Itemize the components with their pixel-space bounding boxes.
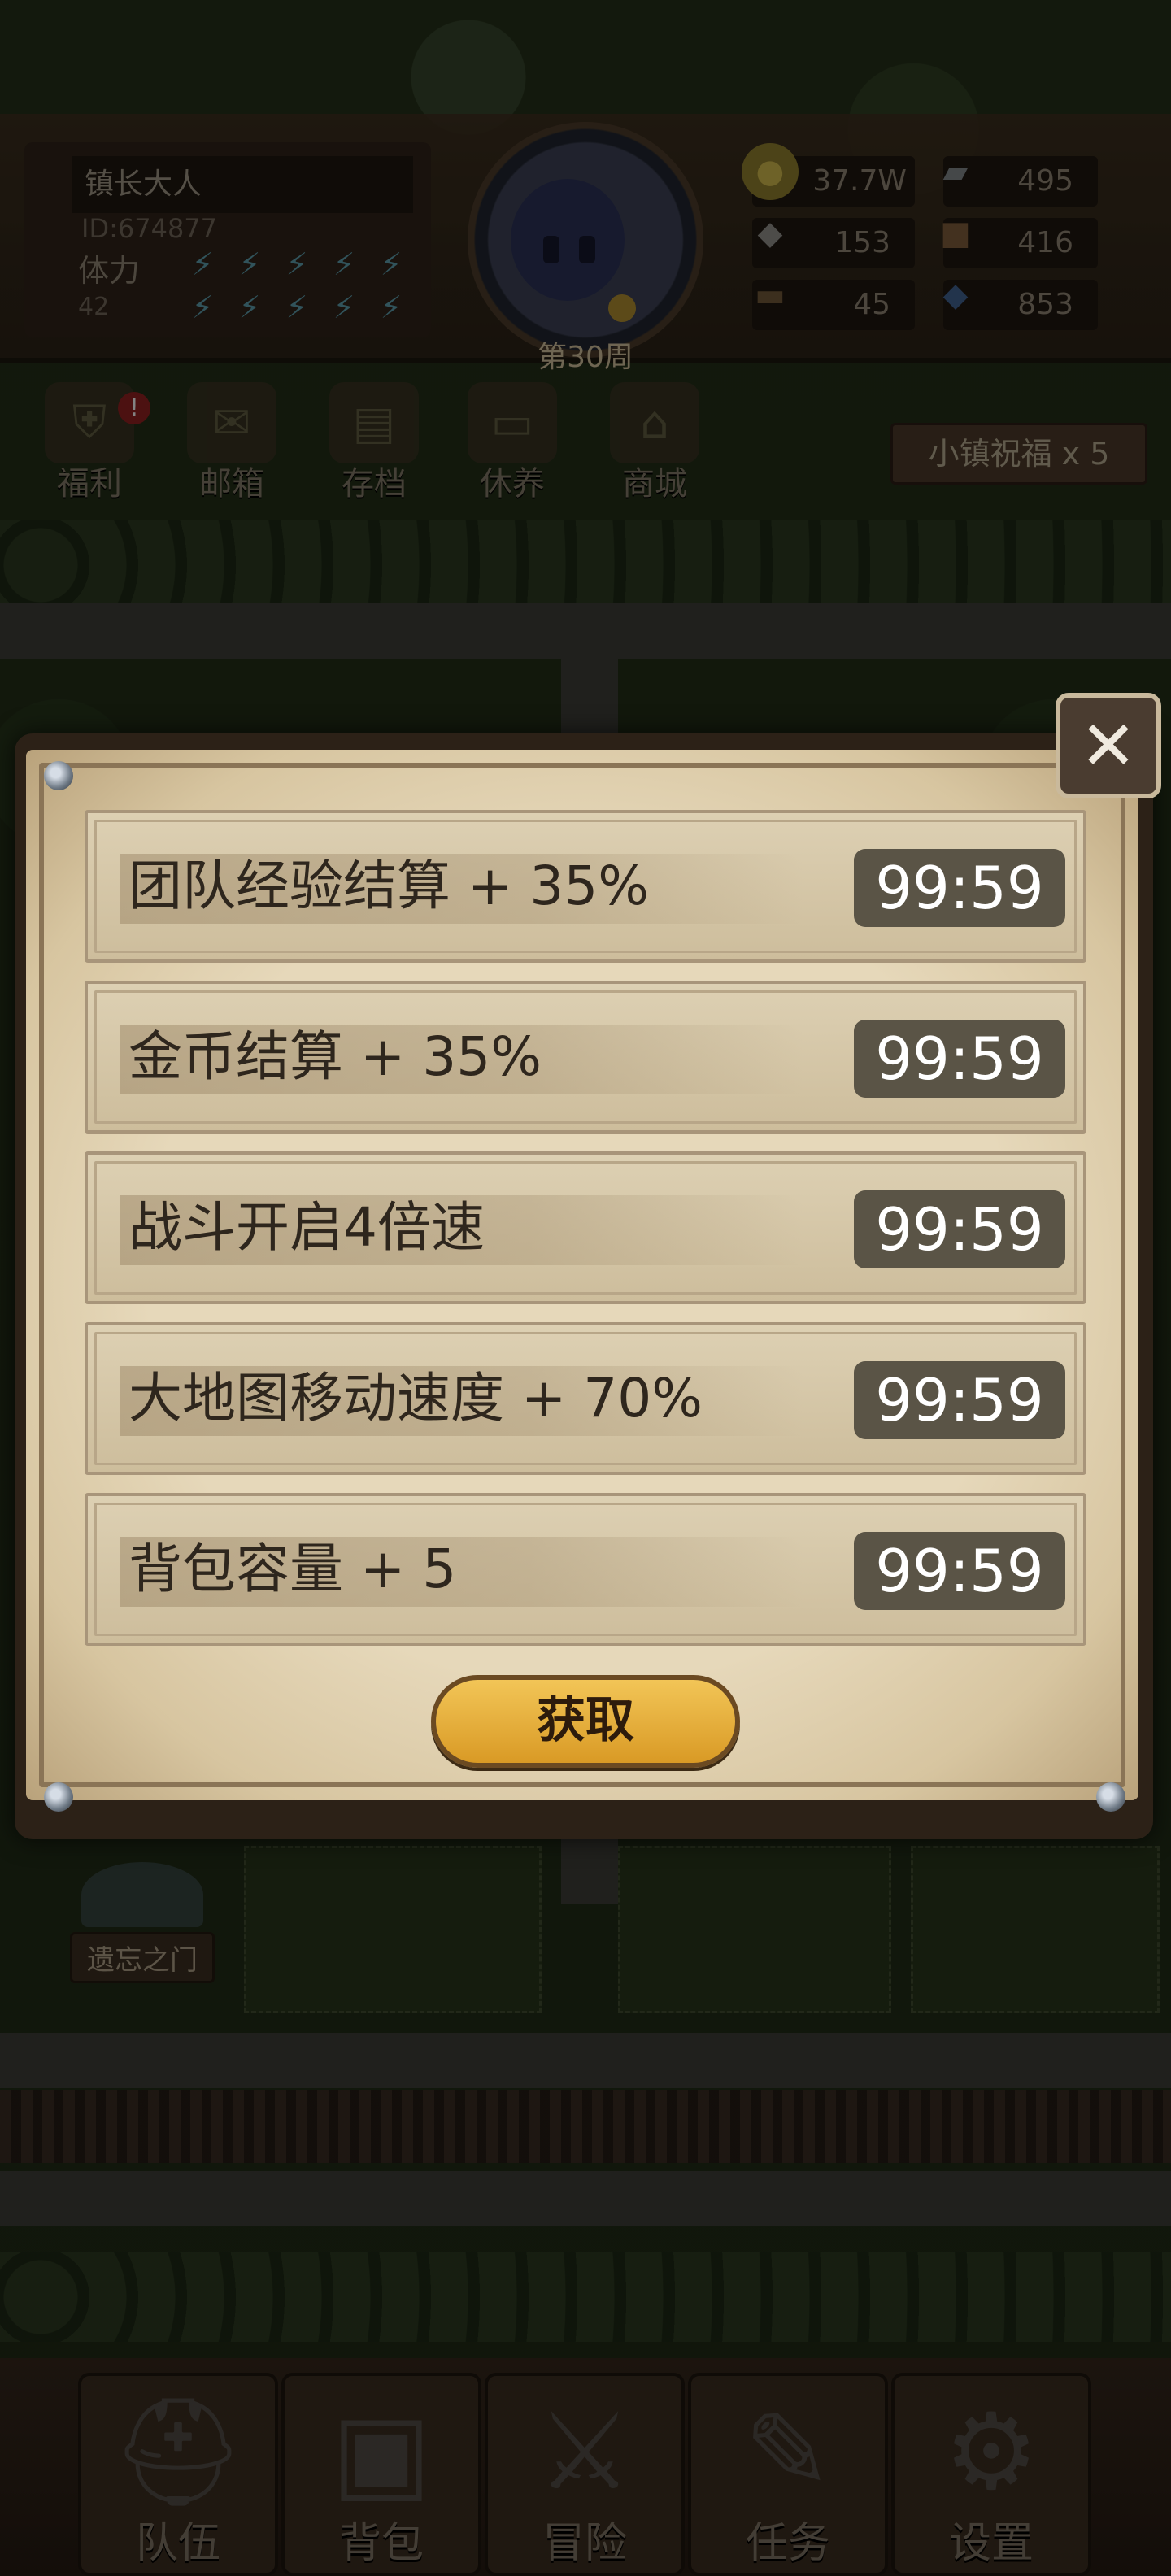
buff-label: 大地图移动速度 + 70%: [128, 1367, 703, 1429]
buff-row: 大地图移动速度 + 70% 99:59: [85, 1322, 1086, 1475]
rivet-icon: [44, 761, 73, 790]
buff-label: 金币结算 + 35%: [128, 1025, 542, 1088]
buff-timer: 99:59: [854, 1532, 1065, 1610]
rivet-icon: [44, 1782, 73, 1812]
buff-timer: 99:59: [854, 1190, 1065, 1268]
buff-row: 战斗开启4倍速 99:59: [85, 1151, 1086, 1304]
crossed-swords-close-icon: ✕: [1079, 706, 1138, 785]
buff-timer: 99:59: [854, 1361, 1065, 1439]
close-button[interactable]: ✕: [1056, 693, 1161, 798]
buff-row: 背包容量 + 5 99:59: [85, 1493, 1086, 1646]
get-button[interactable]: 获取: [431, 1675, 740, 1768]
buff-label: 背包容量 + 5: [128, 1538, 457, 1600]
buff-label: 战斗开启4倍速: [128, 1196, 485, 1259]
buff-row: 金币结算 + 35% 99:59: [85, 981, 1086, 1134]
buff-label: 团队经验结算 + 35%: [128, 855, 649, 917]
buff-row: 团队经验结算 + 35% 99:59: [85, 810, 1086, 963]
buff-timer: 99:59: [854, 849, 1065, 927]
buff-timer: 99:59: [854, 1020, 1065, 1098]
rivet-icon: [1096, 1782, 1125, 1812]
